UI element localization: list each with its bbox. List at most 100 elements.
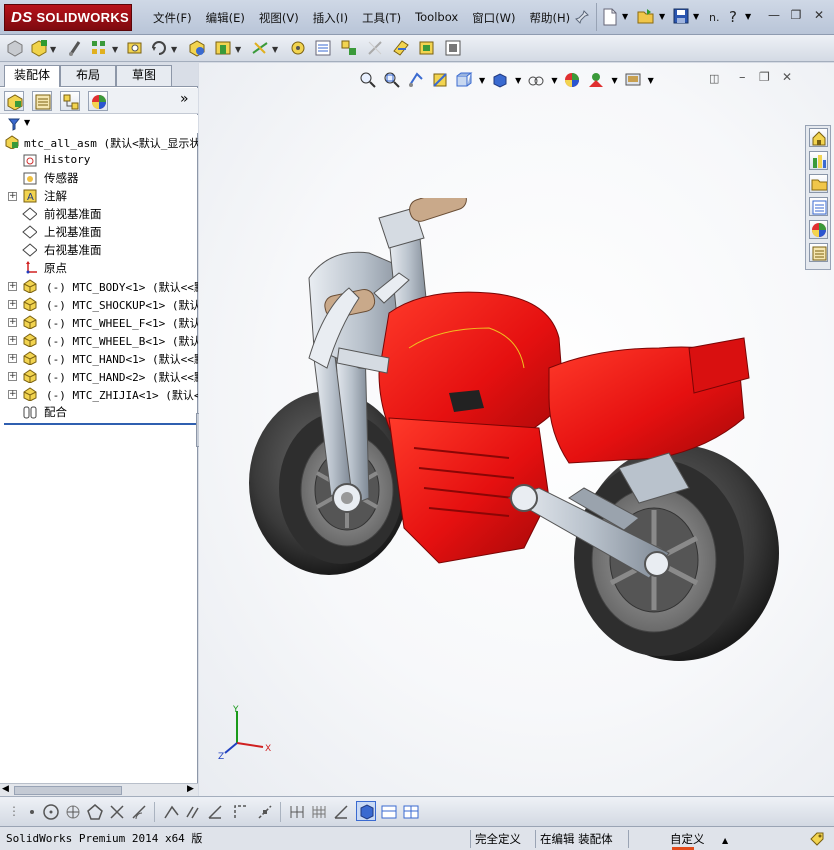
- apply-scene-dropdown-icon[interactable]: ▼: [611, 76, 617, 85]
- midpoint-icon[interactable]: [256, 803, 274, 821]
- show-hidden-icon[interactable]: [188, 39, 206, 57]
- rollback-bar[interactable]: [4, 423, 196, 425]
- menu-view[interactable]: 视图(V): [252, 8, 306, 28]
- tab-assembly[interactable]: 装配体: [4, 65, 60, 87]
- tree-item-right-plane[interactable]: 右视基准面: [0, 241, 198, 259]
- section-view-icon[interactable]: [431, 71, 449, 89]
- apply-scene-icon[interactable]: [587, 71, 605, 89]
- grid-icon[interactable]: [310, 803, 328, 821]
- menu-window[interactable]: 窗口(W): [465, 8, 522, 28]
- tree-item-front-plane[interactable]: 前视基准面: [0, 205, 198, 223]
- tree-item-component[interactable]: + (-) MTC_HAND<2> (默认<<默认: [0, 367, 198, 385]
- minimize-icon[interactable]: —: [766, 8, 782, 22]
- display-style-dropdown-icon[interactable]: ▼: [515, 76, 521, 85]
- design-library-icon[interactable]: [809, 151, 828, 170]
- save-dropdown-icon[interactable]: ▼: [693, 12, 699, 21]
- new-document-icon[interactable]: [602, 8, 618, 26]
- configuration-manager-icon[interactable]: [60, 91, 80, 111]
- menu-toolbox[interactable]: Toolbox: [408, 8, 465, 28]
- filter-dropdown-icon[interactable]: ▼: [24, 118, 30, 127]
- scroll-left-icon[interactable]: ◀: [2, 784, 9, 794]
- move-dropdown-icon[interactable]: ▼: [171, 45, 177, 54]
- menu-file[interactable]: 文件(F): [146, 8, 199, 28]
- panel-collapse-icon[interactable]: »: [180, 91, 189, 107]
- display-manager-icon[interactable]: [88, 91, 108, 111]
- tree-item-mates[interactable]: 配合: [0, 403, 198, 421]
- exploded-view-icon[interactable]: [340, 39, 358, 57]
- intersection-icon[interactable]: [108, 803, 126, 821]
- save-icon[interactable]: [673, 8, 689, 24]
- filter-icon[interactable]: [8, 117, 20, 131]
- corner-icon[interactable]: [232, 803, 250, 821]
- grid-snap-icon[interactable]: [288, 803, 306, 821]
- expand-icon[interactable]: +: [8, 318, 17, 327]
- custom-properties-icon[interactable]: [809, 243, 828, 262]
- tree-item-sensors[interactable]: 传感器: [0, 169, 198, 187]
- new-dropdown-icon[interactable]: ▼: [622, 12, 628, 21]
- tree-item-component[interactable]: + (-) MTC_WHEEL_F<1> (默认<<: [0, 313, 198, 331]
- pin-icon[interactable]: [574, 9, 590, 25]
- move-component-icon[interactable]: [150, 39, 168, 57]
- open-folder-icon[interactable]: [637, 8, 655, 24]
- open-dropdown-icon[interactable]: ▼: [659, 12, 665, 21]
- horizontal-scrollbar[interactable]: ◀ ▶: [0, 783, 198, 797]
- menu-tools[interactable]: 工具(T): [355, 8, 408, 28]
- expand-icon[interactable]: +: [8, 282, 17, 291]
- view-settings-icon[interactable]: [624, 71, 642, 89]
- view-palette-icon[interactable]: [809, 197, 828, 216]
- expand-icon[interactable]: +: [8, 354, 17, 363]
- quick-snaps-icon[interactable]: [356, 801, 376, 821]
- assembly-features-icon[interactable]: [214, 39, 232, 57]
- menu-edit[interactable]: 编辑(E): [199, 8, 252, 28]
- linear-pattern-icon[interactable]: [90, 39, 108, 57]
- tangent-icon[interactable]: [130, 803, 148, 821]
- tree-item-history[interactable]: History: [0, 151, 198, 169]
- mate-icon[interactable]: [66, 39, 84, 57]
- tree-item-top-plane[interactable]: 上视基准面: [0, 223, 198, 241]
- smart-fasteners-icon[interactable]: [126, 39, 144, 57]
- perpendicular-icon[interactable]: [162, 803, 180, 821]
- view-layout-icon[interactable]: [380, 803, 398, 821]
- bill-of-materials-icon[interactable]: [314, 39, 332, 57]
- new-motion-study-icon[interactable]: [289, 39, 307, 57]
- expand-icon[interactable]: +: [8, 390, 17, 399]
- viewport-split-icon[interactable]: ◫: [709, 72, 719, 85]
- viewport-close-icon[interactable]: ✕: [782, 70, 792, 84]
- scroll-right-icon[interactable]: ▶: [187, 784, 194, 794]
- expand-icon[interactable]: +: [8, 192, 17, 201]
- tree-item-component[interactable]: + (-) MTC_BODY<1> (默认<<默认: [0, 277, 198, 295]
- insert-components-icon[interactable]: [30, 39, 48, 57]
- viewport-restore-icon[interactable]: ❐: [759, 70, 770, 84]
- view-orientation-dropdown-icon[interactable]: ▼: [479, 76, 485, 85]
- zoom-to-area-icon[interactable]: [383, 71, 401, 89]
- expand-icon[interactable]: +: [8, 300, 17, 309]
- tree-root[interactable]: mtc_all_asm (默认<默认_显示状: [0, 133, 198, 151]
- hide-show-dropdown-icon[interactable]: ▼: [551, 76, 557, 85]
- circle-icon[interactable]: [42, 803, 60, 821]
- insert-components-dropdown-icon[interactable]: ▼: [50, 45, 56, 54]
- center-point-icon[interactable]: [64, 803, 82, 821]
- tree-item-annotations[interactable]: + A 注解: [0, 187, 198, 205]
- pattern-dropdown-icon[interactable]: ▼: [112, 45, 118, 54]
- motorcycle-model[interactable]: [239, 198, 799, 668]
- help-dropdown-icon[interactable]: ▼: [745, 12, 751, 21]
- hide-show-items-icon[interactable]: [527, 71, 545, 89]
- zoom-to-fit-icon[interactable]: [359, 71, 377, 89]
- close-icon[interactable]: ✕: [811, 8, 827, 22]
- angle-icon[interactable]: [206, 803, 224, 821]
- tree-item-component[interactable]: + (-) MTC_WHEEL_B<1> (默认<<: [0, 331, 198, 349]
- view-settings-dropdown-icon[interactable]: ▼: [648, 76, 654, 85]
- assembly-features-dropdown-icon[interactable]: ▼: [235, 45, 241, 54]
- parallel-icon[interactable]: [184, 803, 202, 821]
- tree-item-component[interactable]: + (-) MTC_ZHIJIA<1> (默认<<: [0, 385, 198, 403]
- restore-icon[interactable]: ❐: [788, 8, 804, 22]
- menu-insert[interactable]: 插入(I): [306, 8, 355, 28]
- rebuild-component-icon[interactable]: [6, 39, 24, 57]
- explode-line-sketch-icon[interactable]: [366, 39, 384, 57]
- expand-icon[interactable]: +: [8, 372, 17, 381]
- previous-view-icon[interactable]: [407, 71, 425, 89]
- tree-item-origin[interactable]: 原点: [0, 259, 198, 277]
- unit-system[interactable]: 自定义: [666, 830, 709, 848]
- appearances-scenes-icon[interactable]: [809, 220, 828, 239]
- solidworks-logo[interactable]: DS SOLIDWORKS: [4, 4, 132, 31]
